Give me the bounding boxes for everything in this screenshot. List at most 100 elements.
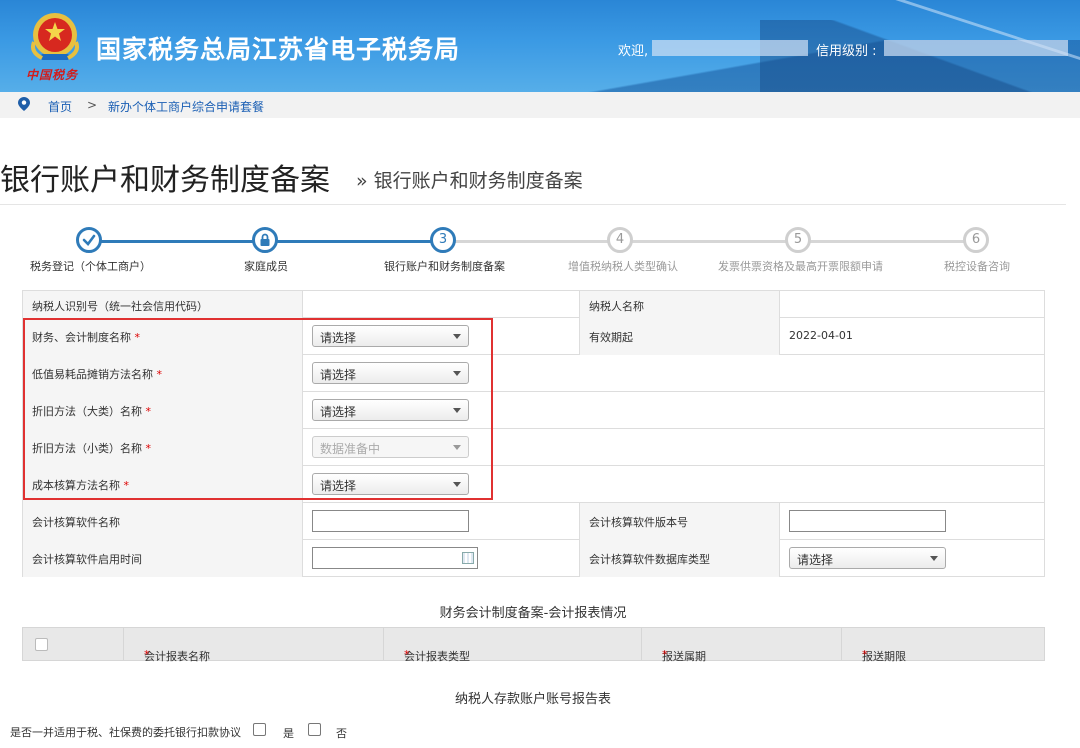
step-5-circle[interactable]: 5 <box>785 227 811 253</box>
step-2-label: 家庭成员 <box>244 260 288 273</box>
report-col-type-label: 会计报表类型 <box>404 650 470 663</box>
required-mark: * <box>156 368 163 381</box>
report-col-type[interactable]: 会计报表类型 * <box>383 628 641 663</box>
form-row-software-start: 会计核算软件启用时间 会计核算软件数据库类型 请选择 <box>22 540 1045 577</box>
deposit-section-title: 纳税人存款账户账号报告表 <box>454 692 611 707</box>
depr-major-select[interactable]: 请选择 <box>312 399 469 421</box>
low-value-label-wrap: 低值易耗品摊销方法名称 * <box>32 366 162 382</box>
form-row-software-name: 会计核算软件名称 会计核算软件版本号 <box>22 503 1045 540</box>
step-3-circle[interactable]: 3 <box>430 227 456 253</box>
chevron-down-icon <box>453 334 461 339</box>
credit-level-redacted <box>884 40 1068 56</box>
stepper-remaining-line <box>443 240 976 243</box>
cost-label-cell: 成本核算方法名称 * <box>22 466 302 503</box>
breadcrumb-separator: > <box>87 98 98 112</box>
chevron-down-icon <box>930 556 938 561</box>
yes-label: 是 <box>283 727 294 740</box>
valid-from-value: 2022-04-01 <box>789 329 853 342</box>
cost-label: 成本核算方法名称 <box>32 479 120 492</box>
depr-minor-select[interactable]: 数据准备中 <box>312 436 469 458</box>
report-col-name[interactable]: 会计报表名称 * <box>123 628 383 663</box>
required-mark: * <box>123 479 130 492</box>
depr-major-select-value: 请选择 <box>320 405 357 419</box>
low-value-input-cell: 请选择 <box>302 355 1044 392</box>
software-name-input-cell <box>302 503 579 540</box>
page-subtitle: » 银行账户和财务制度备案 <box>356 170 583 192</box>
depr-minor-input-cell: 数据准备中 <box>302 429 1044 466</box>
step-4-label: 增值税纳税人类型确认 <box>568 260 678 273</box>
report-col-period[interactable]: 报送属期 * <box>641 628 841 663</box>
required-mark: * <box>144 648 150 661</box>
accounting-system-select[interactable]: 请选择 <box>312 325 469 347</box>
site-title: 国家税务总局江苏省电子税务局 <box>96 35 461 64</box>
chevron-down-icon <box>453 482 461 487</box>
accounting-system-select-value: 请选择 <box>320 331 357 345</box>
yes-checkbox[interactable] <box>253 723 266 736</box>
taxpayer-id-label-cell: 纳税人识别号（统一社会信用代码） <box>22 291 302 318</box>
form-row-low-value: 低值易耗品摊销方法名称 * 请选择 <box>22 355 1045 392</box>
software-start-date-input[interactable] <box>312 547 478 569</box>
no-label: 否 <box>336 727 347 740</box>
valid-from-value-cell: 2022-04-01 <box>779 318 1044 355</box>
depr-major-label-wrap: 折旧方法（大类）名称 * <box>32 403 151 419</box>
taxpayer-name-value <box>779 291 1044 318</box>
step-6-label: 税控设备咨询 <box>944 260 1010 273</box>
software-name-input[interactable] <box>312 510 469 532</box>
taxpayer-name-label: 纳税人名称 <box>589 300 644 313</box>
report-section-title: 财务会计制度备案-会计报表情况 <box>439 606 627 621</box>
cost-select-value: 请选择 <box>320 479 357 493</box>
software-db-input-cell: 请选择 <box>779 540 1044 577</box>
tax-emblem-icon <box>31 13 79 60</box>
step-6-circle[interactable]: 6 <box>963 227 989 253</box>
select-all-checkbox[interactable] <box>35 638 48 651</box>
form-row-depr-major: 折旧方法（大类）名称 * 请选择 <box>22 392 1045 429</box>
accounting-system-label-wrap: 财务、会计制度名称 * <box>32 329 140 345</box>
software-version-input[interactable] <box>789 510 946 532</box>
software-db-label: 会计核算软件数据库类型 <box>589 553 710 566</box>
calendar-icon[interactable] <box>462 552 474 564</box>
software-db-select-value: 请选择 <box>797 553 834 567</box>
emblem-caption: 中国税务 <box>26 68 79 82</box>
required-mark: * <box>134 331 141 344</box>
taxpayer-name-label-cell: 纳税人名称 <box>579 291 779 318</box>
depr-minor-label: 折旧方法（小类）名称 <box>32 442 142 455</box>
no-checkbox[interactable] <box>308 723 321 736</box>
depr-minor-select-value: 数据准备中 <box>320 442 381 456</box>
required-mark: * <box>145 405 152 418</box>
breadcrumb-current-link[interactable]: 新办个体工商户综合申请套餐 <box>108 98 264 115</box>
cost-input-cell: 请选择 <box>302 466 1044 503</box>
step-4-circle[interactable]: 4 <box>607 227 633 253</box>
software-version-label: 会计核算软件版本号 <box>589 516 688 529</box>
required-mark: * <box>862 648 868 661</box>
step-3-label: 银行账户和财务制度备案 <box>384 260 505 273</box>
software-db-select[interactable]: 请选择 <box>789 547 946 569</box>
report-col-period-label: 报送属期 <box>662 650 706 663</box>
report-col-name-label: 会计报表名称 <box>144 650 210 663</box>
report-col-deadline-label: 报送期限 <box>862 650 906 663</box>
software-start-input-cell <box>302 540 579 577</box>
breadcrumb-home-link[interactable]: 首页 <box>48 98 72 115</box>
username-redacted <box>652 40 808 56</box>
form-row-depr-minor: 折旧方法（小类）名称 * 数据准备中 <box>22 429 1045 466</box>
report-col-deadline[interactable]: 报送期限 * <box>841 628 1044 663</box>
welcome-label: 欢迎, <box>618 44 649 59</box>
software-name-label: 会计核算软件名称 <box>32 516 120 529</box>
valid-from-label: 有效期起 <box>589 331 633 344</box>
low-value-select[interactable]: 请选择 <box>312 362 469 384</box>
accounting-system-input-cell: 请选择 <box>302 318 579 355</box>
lock-icon <box>260 233 270 246</box>
software-version-label-cell: 会计核算软件版本号 <box>579 503 779 540</box>
taxpayer-id-label: 纳税人识别号（统一社会信用代码） <box>32 300 208 313</box>
credit-level-label: 信用级别 : <box>816 44 877 59</box>
step-1-label: 税务登记（个体工商户） <box>30 260 151 273</box>
required-mark: * <box>145 442 152 455</box>
software-start-label: 会计核算软件启用时间 <box>32 553 142 566</box>
page-title: 银行账户和财务制度备案 <box>0 163 330 198</box>
site-header: 中国税务 国家税务总局江苏省电子税务局 欢迎, 信用级别 : <box>0 0 1080 92</box>
valid-from-label-cell: 有效期起 <box>579 318 779 355</box>
step-2-circle[interactable] <box>252 227 278 253</box>
accounting-system-label-cell: 财务、会计制度名称 * <box>22 318 302 355</box>
report-table-header: 会计报表名称 * 会计报表类型 * 报送属期 * 报送期限 * <box>22 627 1045 663</box>
cost-select[interactable]: 请选择 <box>312 473 469 495</box>
step-1-circle[interactable] <box>76 227 102 253</box>
